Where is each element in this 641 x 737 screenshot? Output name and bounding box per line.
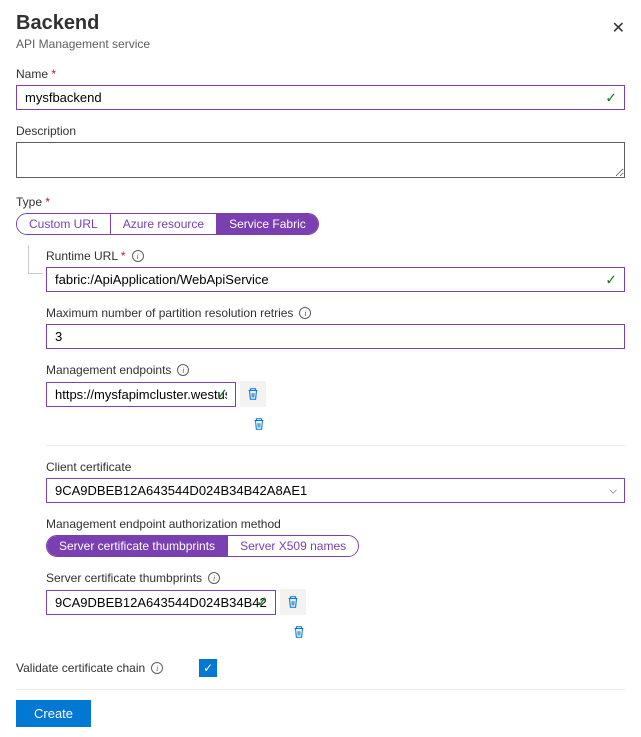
validate-chain-label: Validate certificate chain (16, 661, 145, 675)
auth-option-x509[interactable]: Server X509 names (228, 536, 358, 556)
delete-button[interactable] (286, 619, 312, 645)
description-label: Description (16, 124, 76, 138)
validate-chain-checkbox[interactable]: ✓ (199, 659, 217, 677)
page-subtitle: API Management service (16, 37, 625, 51)
retries-label: Maximum number of partition resolution r… (46, 306, 293, 320)
trash-icon (286, 595, 300, 609)
trash-icon (252, 417, 266, 431)
mgmt-endpoints-label: Management endpoints (46, 363, 171, 377)
name-label: Name (16, 67, 56, 81)
client-cert-select[interactable] (46, 478, 625, 503)
runtime-url-label: Runtime URL (46, 249, 126, 263)
info-icon[interactable]: i (132, 250, 144, 262)
thumbprints-label: Server certificate thumbprints (46, 571, 202, 585)
type-option-service-fabric[interactable]: Service Fabric (217, 214, 318, 234)
info-icon[interactable]: i (299, 307, 311, 319)
page-title: Backend (16, 12, 625, 35)
type-pills: Custom URL Azure resource Service Fabric (16, 213, 319, 235)
trash-icon (246, 387, 260, 401)
type-option-azure-resource[interactable]: Azure resource (111, 214, 217, 234)
info-icon[interactable]: i (151, 662, 163, 674)
delete-button[interactable] (280, 589, 306, 615)
name-input[interactable] (16, 85, 625, 110)
auth-pills: Server certificate thumbprints Server X5… (46, 535, 359, 557)
delete-button[interactable] (240, 381, 266, 407)
auth-option-thumbprints[interactable]: Server certificate thumbprints (47, 536, 228, 556)
mgmt-endpoint-input[interactable] (46, 382, 236, 407)
delete-button[interactable] (246, 411, 272, 437)
auth-method-label: Management endpoint authorization method (46, 517, 281, 531)
type-option-custom-url[interactable]: Custom URL (17, 214, 111, 234)
create-button[interactable]: Create (16, 700, 91, 727)
info-icon[interactable]: i (177, 364, 189, 376)
info-icon[interactable]: i (208, 572, 220, 584)
retries-input[interactable] (46, 324, 625, 349)
thumbprint-input[interactable] (46, 590, 276, 615)
description-input[interactable] (16, 142, 625, 178)
close-icon[interactable]: ✕ (608, 14, 629, 42)
client-cert-label: Client certificate (46, 460, 131, 474)
type-label: Type (16, 195, 50, 209)
runtime-url-input[interactable] (46, 267, 625, 292)
trash-icon (292, 625, 306, 639)
